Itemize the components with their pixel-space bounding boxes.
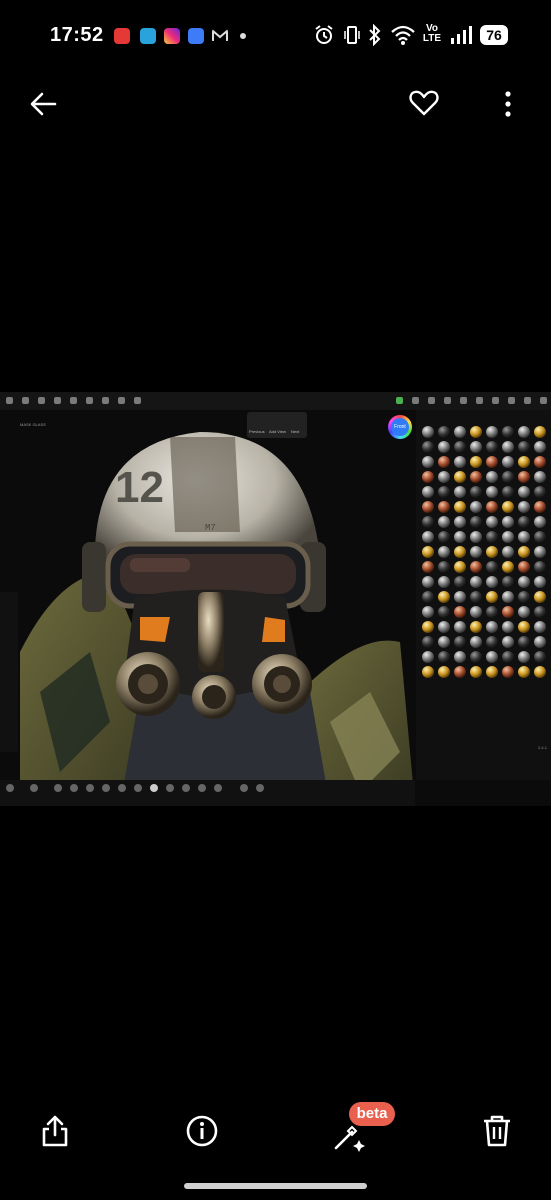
status-time: 17:52 [50,24,104,46]
toolbar-tool-19 [540,397,547,404]
edit-beta-badge: beta [349,1102,395,1126]
vibrate-icon [344,26,360,44]
bottom-tool-6 [102,784,110,792]
toolbar-tool-4 [54,397,61,404]
more-vertical-icon[interactable] [503,90,513,118]
bottom-tool-14 [240,784,248,792]
toolbar-tool-17 [508,397,515,404]
signal-icon [451,26,472,44]
toolbar-tool-8 [118,397,125,404]
bottom-tool-7 [118,784,126,792]
app-top-toolbar [0,392,551,410]
toolbar-tool-11 [412,397,419,404]
toolbar-tool-18 [524,397,531,404]
toolbar-tool-3 [38,397,45,404]
bottom-tool-9 [150,784,158,792]
toolbar-tool-6 [86,397,93,404]
bluetooth-icon [369,24,381,46]
bottom-tool-2 [30,784,38,792]
app-blue-icon [188,28,204,44]
toolbar-tool-5 [70,397,77,404]
toolbar-tool-1 [6,397,13,404]
toolbar-tool-12 [428,397,435,404]
toolbar-tool-7 [102,397,109,404]
home-indicator[interactable] [184,1183,367,1189]
app-bottom-toolbar [0,780,415,806]
heart-outline-icon[interactable] [409,89,439,117]
toolbar-tool-9 [134,397,141,404]
battery-icon: 76 [480,25,508,45]
more-notifications-dot [240,33,246,39]
status-bar: 17:52 Vo LTE 76 [0,0,551,70]
bottom-tool-15 [256,784,264,792]
alarm-icon [315,25,333,44]
bottom-tool-12 [198,784,206,792]
bottom-tool-4 [70,784,78,792]
bottom-tool-5 [86,784,94,792]
instagram-icon [164,28,180,44]
front-view-button: Front [388,415,412,439]
toolbar-tool-10 [396,397,403,404]
front-view-label: Front [391,418,409,436]
network-type: Vo LTE [422,23,442,44]
bottom-tool-11 [182,784,190,792]
bottom-tool-3 [54,784,62,792]
mask-label: MASK GLASS [20,422,46,427]
helmet-number: 12 [115,463,164,512]
gmail-icon [212,28,228,41]
info-icon[interactable] [185,1114,219,1148]
view-nav-chip: Previous Add View Next [247,412,307,438]
toolbar-tool-2 [22,397,29,404]
bottom-tool-8 [134,784,142,792]
material-grid [420,426,548,678]
app-red-icon [114,28,130,44]
toolbar-tool-16 [492,397,499,404]
trash-icon[interactable] [481,1114,513,1148]
bottom-tool-13 [214,784,222,792]
toolbar-tool-15 [476,397,483,404]
nav-previous: Previous [249,429,265,434]
arrow-left-icon[interactable] [28,90,58,118]
material-library-panel: 2.4.1 [416,410,551,780]
wifi-icon [391,25,415,45]
toolbar-tool-14 [460,397,467,404]
share-icon[interactable] [40,1114,70,1148]
toolbar-tool-13 [444,397,451,404]
bottom-tool-1 [6,784,14,792]
nav-next: Next [291,429,300,434]
nav-add-view: Add View [269,429,286,434]
bottom-tool-10 [166,784,174,792]
telegram-icon [140,28,156,44]
helmet-marking: M7 [205,523,216,533]
brush-side-panel [0,592,18,752]
app-version: 2.4.1 [538,745,547,750]
photo-image[interactable]: 12 M7 MASK GLASS Previous Add View Next … [0,392,551,806]
